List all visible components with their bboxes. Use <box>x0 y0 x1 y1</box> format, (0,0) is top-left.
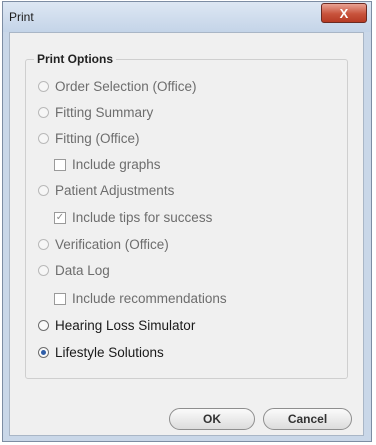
checkbox-icon <box>54 158 66 171</box>
option-patient-adjustments[interactable]: Patient Adjustments <box>38 183 174 198</box>
option-label: Patient Adjustments <box>55 183 175 198</box>
checkbox-include-recommendations[interactable]: Include recommendations <box>54 291 227 306</box>
option-hearing-loss-simulator[interactable]: Hearing Loss Simulator <box>38 318 195 333</box>
option-label: Lifestyle Solutions <box>55 345 164 360</box>
option-verification-office[interactable]: Verification (Office) <box>38 237 169 252</box>
radio-selected-icon <box>38 347 49 358</box>
option-order-selection[interactable]: Order Selection (Office) <box>38 79 197 94</box>
option-label: Data Log <box>55 263 110 278</box>
option-label: Fitting (Office) <box>55 131 140 146</box>
checkbox-icon <box>54 292 66 305</box>
radio-icon <box>38 81 49 92</box>
radio-icon <box>38 265 49 276</box>
checkbox-label: Include graphs <box>72 157 161 172</box>
option-lifestyle-solutions[interactable]: Lifestyle Solutions <box>38 345 164 360</box>
close-button[interactable]: X <box>321 3 367 23</box>
checkbox-include-graphs[interactable]: Include graphs <box>54 157 161 172</box>
option-label: Fitting Summary <box>55 105 154 120</box>
radio-icon <box>38 185 49 196</box>
ok-button[interactable]: OK <box>169 408 255 430</box>
title-bar[interactable]: Print X <box>3 2 371 32</box>
radio-icon <box>38 107 49 118</box>
checkbox-label: Include recommendations <box>72 291 227 306</box>
checkbox-label: Include tips for success <box>72 210 213 225</box>
option-label: Hearing Loss Simulator <box>55 318 196 333</box>
option-data-log[interactable]: Data Log <box>38 263 110 278</box>
option-label: Verification (Office) <box>55 237 169 252</box>
checkmark-icon: ✓ <box>54 211 66 224</box>
window-title: Print <box>9 10 34 24</box>
close-icon: X <box>339 6 349 21</box>
option-fitting-office[interactable]: Fitting (Office) <box>38 131 140 146</box>
cancel-button[interactable]: Cancel <box>263 408 352 430</box>
print-dialog: Print X Print Options Order Selection (O… <box>2 1 372 442</box>
radio-icon <box>38 239 49 250</box>
option-fitting-summary[interactable]: Fitting Summary <box>38 105 153 120</box>
checkbox-include-tips[interactable]: ✓ Include tips for success <box>54 210 212 225</box>
group-label: Print Options <box>34 52 116 66</box>
option-label: Order Selection (Office) <box>55 79 197 94</box>
radio-icon <box>38 133 49 144</box>
radio-icon <box>38 320 49 331</box>
dialog-body: Print Options Order Selection (Office) F… <box>9 32 364 436</box>
